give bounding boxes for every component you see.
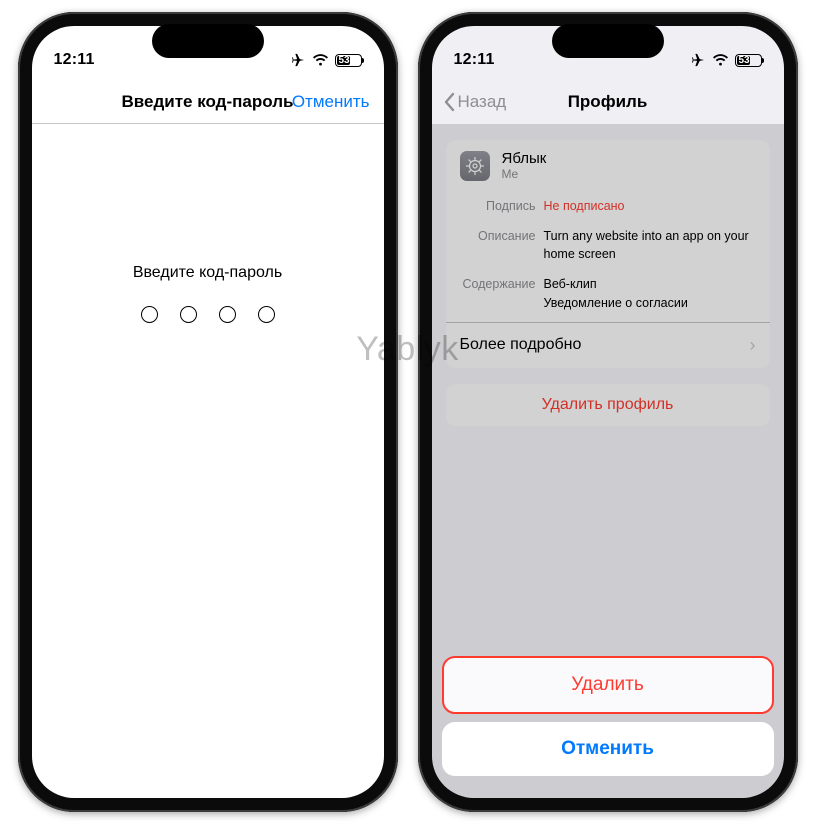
- gear-icon: [460, 151, 490, 181]
- signature-label: Подпись: [460, 197, 544, 215]
- nav-bar: Введите код-пароль Отменить: [32, 80, 384, 124]
- passcode-dot: [141, 306, 158, 323]
- profile-publisher: Me: [502, 167, 547, 181]
- back-label: Назад: [458, 92, 507, 112]
- signature-row: Подпись Не подписано: [446, 191, 770, 221]
- cancel-button[interactable]: Отменить: [292, 92, 370, 112]
- passcode-area: Введите код-пароль: [32, 124, 384, 798]
- description-row: Описание Turn any website into an app on…: [446, 221, 770, 269]
- status-time: 12:11: [54, 51, 114, 69]
- nav-bar: Назад Профиль: [432, 80, 784, 124]
- screen-passcode: 12:11 53 Введите код-пароль Отменить Вве…: [32, 26, 384, 798]
- sheet-delete-button[interactable]: Удалить: [442, 656, 774, 714]
- contents-value-1: Веб-клип: [544, 275, 597, 293]
- sheet-cancel-button[interactable]: Отменить: [442, 722, 774, 776]
- airplane-icon: [690, 53, 706, 67]
- phone-frame-left: 12:11 53 Введите код-пароль Отменить Вве…: [18, 12, 398, 812]
- contents-row: Содержание Веб-клип: [446, 269, 770, 293]
- action-sheet: Удалить Отменить: [432, 656, 784, 798]
- more-details-row[interactable]: Более подробно ›: [446, 322, 770, 368]
- profile-header: Яблык Me: [446, 140, 770, 191]
- airplane-icon: [290, 53, 306, 67]
- passcode-dot: [180, 306, 197, 323]
- wifi-icon: [312, 54, 329, 66]
- contents-label: Содержание: [460, 275, 544, 293]
- passcode-dot: [258, 306, 275, 323]
- passcode-dot: [219, 306, 236, 323]
- delete-profile-button[interactable]: Удалить профиль: [446, 384, 770, 426]
- chevron-right-icon: ›: [750, 335, 756, 356]
- chevron-left-icon: [444, 92, 456, 112]
- more-details-label: Более подробно: [460, 336, 582, 354]
- delete-profile-section: Удалить профиль: [446, 384, 770, 426]
- screen-profile: 12:11 53 Назад Профиль: [432, 26, 784, 798]
- passcode-dots[interactable]: [141, 306, 275, 323]
- description-value: Turn any website into an app on your hom…: [544, 227, 756, 263]
- description-label: Описание: [460, 227, 544, 263]
- back-button[interactable]: Назад: [444, 92, 507, 112]
- profile-name: Яблык: [502, 150, 547, 167]
- dynamic-island: [152, 24, 264, 58]
- passcode-prompt: Введите код-пароль: [133, 264, 282, 282]
- battery-percent: 53: [336, 55, 361, 66]
- battery-percent: 53: [736, 55, 761, 66]
- contents-row-2: Уведомление о согласии: [446, 294, 770, 322]
- battery-icon: 53: [335, 54, 362, 67]
- status-icons: 53: [690, 53, 762, 67]
- wifi-icon: [712, 54, 729, 66]
- signature-value: Не подписано: [544, 197, 625, 215]
- contents-value-2: Уведомление о согласии: [544, 294, 688, 312]
- status-time: 12:11: [454, 51, 514, 69]
- battery-icon: 53: [735, 54, 762, 67]
- profile-info-section: Яблык Me Подпись Не подписано Описание T…: [446, 140, 770, 368]
- dynamic-island: [552, 24, 664, 58]
- phone-frame-right: 12:11 53 Назад Профиль: [418, 12, 798, 812]
- profile-content: Яблык Me Подпись Не подписано Описание T…: [432, 124, 784, 798]
- status-icons: 53: [290, 53, 362, 67]
